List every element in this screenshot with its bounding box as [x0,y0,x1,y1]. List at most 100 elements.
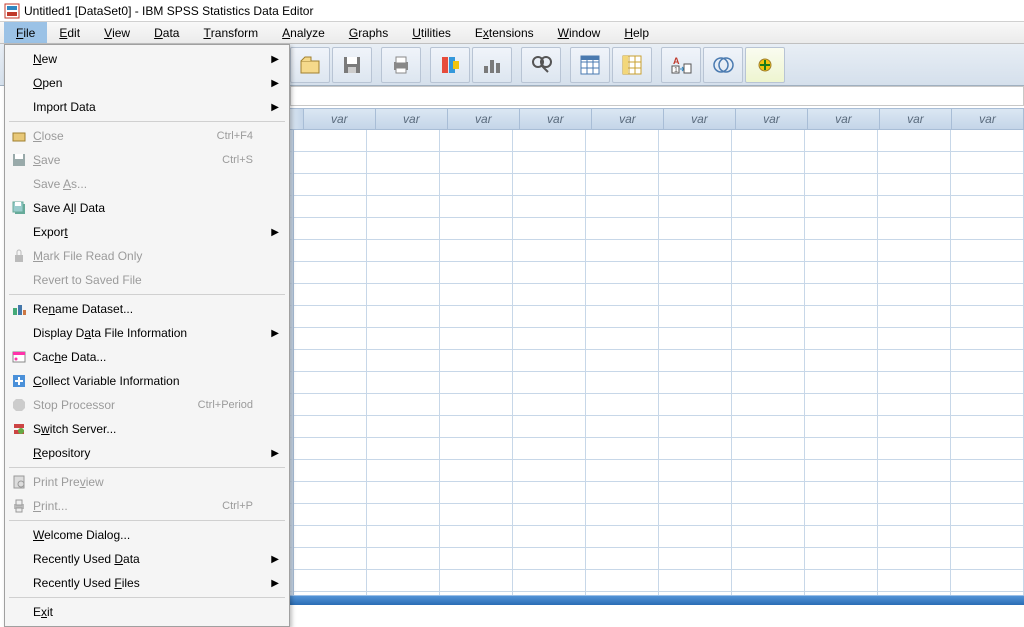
data-cell[interactable] [367,152,439,174]
menu-analyze[interactable]: Analyze [270,22,337,43]
column-header[interactable]: var [448,109,520,129]
file-menu-repository[interactable]: Repository▶ [5,441,289,465]
data-cell[interactable] [294,570,366,592]
data-cell[interactable] [440,284,512,306]
file-menu-display-data-file-information[interactable]: Display Data File Information▶ [5,321,289,345]
data-cell[interactable] [440,328,512,350]
data-cell[interactable] [367,438,439,460]
column-header[interactable]: var [808,109,880,129]
menu-view[interactable]: View [92,22,142,43]
data-cell[interactable] [294,328,366,350]
menu-data[interactable]: Data [142,22,191,43]
data-cell[interactable] [367,196,439,218]
data-cell[interactable] [513,504,585,526]
data-cell[interactable] [440,262,512,284]
data-cell[interactable] [659,218,731,240]
data-cell[interactable] [951,394,1023,416]
data-cell[interactable] [951,416,1023,438]
data-cell[interactable] [805,504,877,526]
data-cell[interactable] [294,548,366,570]
data-cell[interactable] [951,526,1023,548]
data-cell[interactable] [951,218,1023,240]
data-cell[interactable] [586,196,658,218]
menu-help[interactable]: Help [612,22,661,43]
data-cell[interactable] [659,372,731,394]
data-cell[interactable] [805,438,877,460]
data-cell[interactable] [878,350,950,372]
data-cell[interactable] [805,306,877,328]
file-menu-recently-used-data[interactable]: Recently Used Data▶ [5,547,289,571]
data-cell[interactable] [951,130,1023,152]
data-cell[interactable] [732,548,804,570]
data-cell[interactable] [367,328,439,350]
data-cell[interactable] [878,174,950,196]
data-cell[interactable] [513,570,585,592]
data-cell[interactable] [367,350,439,372]
data-cell[interactable] [586,262,658,284]
data-cell[interactable] [878,548,950,570]
data-cell[interactable] [513,218,585,240]
data-cell[interactable] [367,306,439,328]
data-cell[interactable] [805,548,877,570]
data-cell[interactable] [440,306,512,328]
toolbar-open-icon[interactable] [290,47,330,83]
data-cell[interactable] [732,306,804,328]
menu-window[interactable]: Window [546,22,613,43]
data-cell[interactable] [659,174,731,196]
column-header[interactable]: var [592,109,664,129]
data-cell[interactable] [513,372,585,394]
data-cell[interactable] [294,504,366,526]
data-cell[interactable] [513,482,585,504]
data-cell[interactable] [805,196,877,218]
data-cell[interactable] [586,174,658,196]
column-header[interactable]: var [952,109,1024,129]
data-cell[interactable] [513,438,585,460]
data-cell[interactable] [732,570,804,592]
data-cell[interactable] [732,416,804,438]
data-cell[interactable] [951,438,1023,460]
data-cell[interactable] [659,262,731,284]
data-cell[interactable] [805,328,877,350]
data-cell[interactable] [878,526,950,548]
file-menu-switch-server[interactable]: Switch Server... [5,417,289,441]
data-cell[interactable] [659,328,731,350]
data-cell[interactable] [367,372,439,394]
data-cell[interactable] [878,284,950,306]
data-cell[interactable] [732,240,804,262]
data-cell[interactable] [367,548,439,570]
data-cell[interactable] [294,262,366,284]
data-cell[interactable] [294,152,366,174]
data-cell[interactable] [586,416,658,438]
data-cell[interactable] [732,394,804,416]
data-cell[interactable] [951,240,1023,262]
data-cell[interactable] [513,306,585,328]
data-cell[interactable] [732,350,804,372]
data-cell[interactable] [513,526,585,548]
file-menu-save-all-data[interactable]: Save All Data [5,196,289,220]
toolbar-recall-icon[interactable] [430,47,470,83]
file-menu-welcome-dialog[interactable]: Welcome Dialog... [5,523,289,547]
data-cell[interactable] [367,130,439,152]
data-cell[interactable] [732,526,804,548]
data-cell[interactable] [294,174,366,196]
data-cell[interactable] [659,306,731,328]
menu-edit[interactable]: Edit [47,22,92,43]
data-cell[interactable] [367,482,439,504]
data-grid[interactable]: varvarvarvarvarvarvarvarvarvar [290,108,1024,595]
data-cell[interactable] [586,526,658,548]
data-cell[interactable] [951,372,1023,394]
data-cell[interactable] [732,174,804,196]
data-cell[interactable] [951,262,1023,284]
data-cell[interactable] [367,416,439,438]
data-cell[interactable] [586,218,658,240]
data-cell[interactable] [878,328,950,350]
bottom-scrollbar[interactable] [290,595,1024,605]
data-cell[interactable] [440,394,512,416]
data-cell[interactable] [732,482,804,504]
cells-area[interactable] [294,130,1024,595]
data-cell[interactable] [513,284,585,306]
data-cell[interactable] [659,394,731,416]
data-cell[interactable] [805,240,877,262]
data-cell[interactable] [951,152,1023,174]
data-cell[interactable] [513,416,585,438]
